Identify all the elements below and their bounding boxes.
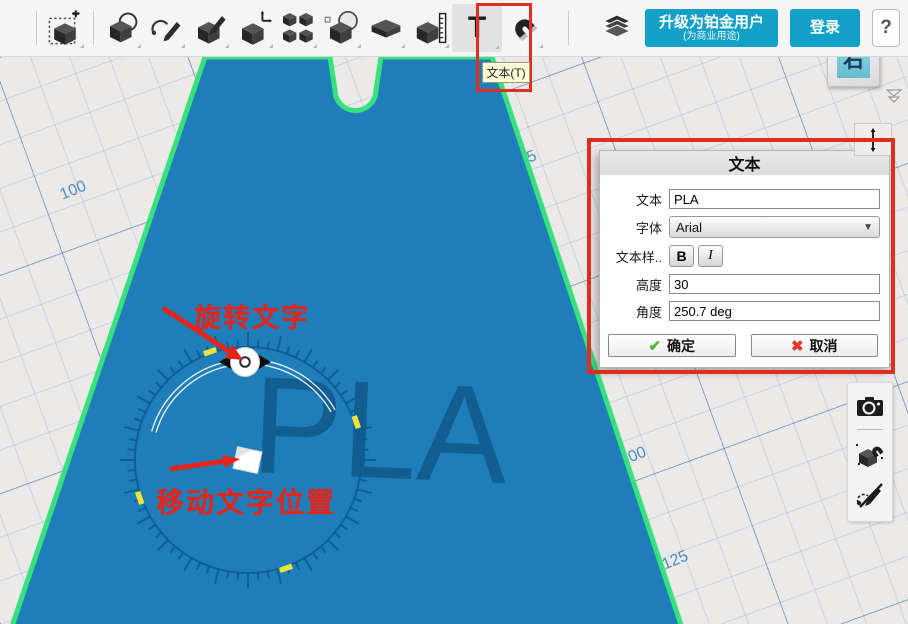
- cancel-button-label: 取消: [810, 336, 838, 356]
- height-input[interactable]: [669, 274, 880, 294]
- translate-icon: [236, 10, 272, 46]
- measure-tool[interactable]: [408, 5, 452, 51]
- snap-tool-button[interactable]: [855, 441, 885, 469]
- toolbar: T 升级为铂金用户 (为商业用途): [0, 0, 908, 57]
- text-tool[interactable]: T: [452, 4, 502, 52]
- font-select[interactable]: Arial ▼: [669, 216, 880, 238]
- magnet-icon: [506, 10, 542, 46]
- dialog-title: 文本: [600, 151, 889, 175]
- magnet-tool[interactable]: [502, 5, 546, 51]
- upgrade-button[interactable]: 升级为铂金用户 (为商业用途): [645, 9, 778, 48]
- toolbar-spacer: [0, 0, 30, 56]
- angle-field-label: 角度: [606, 302, 662, 321]
- sketch-tool[interactable]: [144, 5, 188, 51]
- canvas-side-panel: [847, 382, 893, 522]
- screenshot-button[interactable]: [856, 395, 884, 417]
- text-dialog: 文本 文本 字体 Arial ▼ 文本样.. B I 高度: [599, 150, 890, 368]
- union-icon: [104, 10, 140, 46]
- paint-tool[interactable]: [188, 5, 232, 51]
- ok-button[interactable]: ✔ 确定: [608, 334, 736, 357]
- check-icon: ✔: [648, 337, 661, 355]
- height-field-label: 高度: [606, 275, 662, 294]
- sketch-icon: [148, 10, 184, 46]
- translate-tool[interactable]: [232, 5, 276, 51]
- select-arrow-icon: ▼: [863, 222, 873, 233]
- ok-button-label: 确定: [667, 336, 695, 356]
- text-field-label: 文本: [606, 190, 662, 209]
- select-move-icon: [47, 10, 83, 46]
- flatten-tool[interactable]: [364, 5, 408, 51]
- toolbar-separator: [93, 11, 94, 45]
- camera-icon: [856, 395, 884, 417]
- style-field-label: 文本样..: [606, 247, 662, 266]
- subtract-tool[interactable]: [320, 5, 364, 51]
- disable-edit-button[interactable]: [855, 481, 885, 509]
- toolbar-right-group: 升级为铂金用户 (为商业用途) 登录 ?: [601, 9, 908, 48]
- paint-icon: [192, 10, 228, 46]
- toolbar-separator: [36, 11, 37, 45]
- layers-icon[interactable]: [601, 13, 633, 43]
- annotation-move-text: 移动文字位置: [156, 481, 336, 521]
- dialog-drag-handle[interactable]: [854, 123, 892, 156]
- font-select-value: Arial: [676, 220, 702, 235]
- font-field-label: 字体: [606, 218, 662, 237]
- cancel-button[interactable]: ✖ 取消: [751, 334, 879, 357]
- text-input[interactable]: [669, 189, 880, 209]
- snap-magnet-icon: [855, 441, 885, 469]
- pattern-tool[interactable]: [276, 5, 320, 51]
- angle-input[interactable]: [669, 301, 880, 321]
- subtract-icon: [324, 10, 360, 46]
- collapse-view-controls[interactable]: [884, 88, 904, 104]
- text-tool-tooltip: 文本(T): [482, 62, 530, 83]
- flatten-icon: [368, 10, 404, 46]
- pattern-icon: [280, 10, 316, 46]
- bold-button[interactable]: B: [669, 245, 694, 267]
- toolbar-separator: [568, 11, 569, 45]
- select-move-tool[interactable]: [43, 5, 87, 51]
- pen-slash-icon: [855, 481, 885, 509]
- italic-button[interactable]: I: [698, 245, 723, 267]
- upgrade-button-sublabel: (为商业用途): [659, 31, 764, 43]
- cross-icon: ✖: [791, 337, 804, 355]
- app-window: T 升级为铂金用户 (为商业用途): [0, 0, 908, 624]
- measure-icon: [412, 10, 448, 46]
- chevron-down-icon: [884, 88, 904, 104]
- upgrade-button-label: 升级为铂金用户: [659, 14, 764, 31]
- move-crosshair-icon: [860, 127, 886, 153]
- help-button[interactable]: ?: [872, 9, 900, 47]
- side-panel-divider: [857, 429, 883, 430]
- annotation-rotate-text: 旋转文字: [194, 296, 310, 335]
- union-tool[interactable]: [100, 5, 144, 51]
- login-button[interactable]: 登录: [790, 9, 860, 46]
